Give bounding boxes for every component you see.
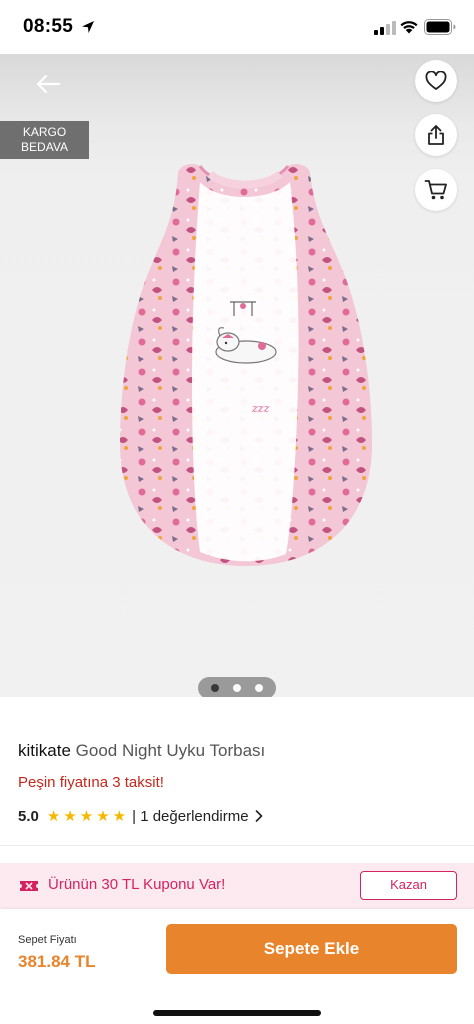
badge-line-1: KARGO	[22, 125, 67, 139]
add-to-cart-button[interactable]: Sepete Ekle	[166, 924, 457, 974]
coupon-banner: Ürünün 30 TL Kuponu Var! Kazan	[0, 863, 474, 909]
favorite-button[interactable]	[415, 60, 457, 102]
star-icon: ★	[96, 807, 110, 825]
cart-button[interactable]	[415, 169, 457, 211]
coupon-ticket-icon	[20, 881, 38, 891]
chevron-right-icon	[255, 810, 262, 822]
star-icon: ★	[63, 807, 77, 825]
rating-score: 5.0	[18, 807, 39, 825]
installment-info: Peşin fiyatına 3 taksit!	[18, 774, 164, 791]
price-label: Sepet Fiyatı	[18, 934, 77, 946]
wifi-icon	[400, 21, 418, 34]
star-icon: ★	[112, 807, 127, 825]
share-button[interactable]	[415, 114, 457, 156]
cart-icon	[424, 180, 447, 200]
carousel-indicator[interactable]	[198, 677, 276, 697]
product-image-carousel[interactable]: KARGO BEDAVA zzz	[0, 54, 474, 697]
home-indicator[interactable]	[153, 1010, 321, 1016]
product-title: kitikate Good Night Uyku Torbası	[18, 741, 265, 761]
brand-name[interactable]: kitikate	[18, 741, 71, 760]
review-count[interactable]: | 1 değerlendirme	[132, 808, 248, 825]
price-value: 381.84 TL	[18, 952, 96, 971]
svg-text:zzz: zzz	[251, 402, 270, 415]
back-button[interactable]	[28, 66, 68, 102]
rating-row[interactable]: 5.0 ★ ★ ★ ★ ★ | 1 değerlendirme	[18, 806, 263, 826]
free-shipping-badge: KARGO BEDAVA	[0, 121, 89, 159]
carousel-dot-3[interactable]	[255, 684, 263, 692]
battery-icon	[424, 19, 456, 35]
carousel-dot-1[interactable]	[211, 684, 219, 692]
status-time: 08:55	[23, 16, 74, 37]
location-arrow-icon	[82, 21, 94, 33]
rating-stars: ★ ★ ★ ★ ★	[47, 809, 126, 824]
product-image: zzz	[120, 164, 372, 566]
back-arrow-icon	[36, 74, 61, 94]
status-bar: 08:55	[0, 0, 474, 54]
cellular-signal-icon	[374, 21, 396, 35]
claim-coupon-button[interactable]: Kazan	[360, 871, 457, 900]
share-icon	[428, 125, 444, 145]
product-name: Good Night Uyku Torbası	[75, 741, 266, 760]
star-icon: ★	[79, 807, 94, 825]
coupon-text: Ürünün 30 TL Kuponu Var!	[48, 876, 226, 893]
star-icon: ★	[46, 807, 61, 825]
cart-bar: Sepet Fiyatı 381.84 TL Sepete Ekle	[0, 909, 474, 1024]
badge-line-2: BEDAVA	[21, 140, 68, 154]
section-divider	[0, 845, 474, 846]
carousel-dot-2[interactable]	[233, 684, 241, 692]
heart-icon	[425, 71, 447, 90]
